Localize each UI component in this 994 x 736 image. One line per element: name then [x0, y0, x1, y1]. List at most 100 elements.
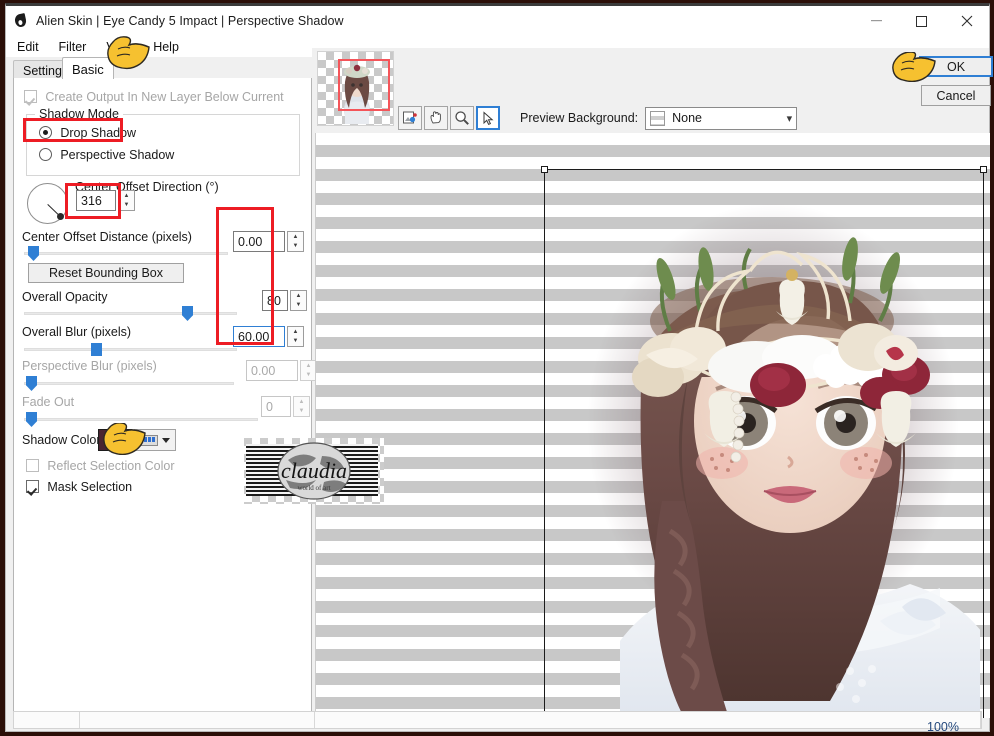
perspective-blur-label: Perspective Blur (pixels): [22, 359, 157, 373]
stepper-up-icon[interactable]: ▲: [119, 191, 134, 201]
slider-track: [24, 252, 228, 255]
pan-hand-tool[interactable]: [424, 106, 448, 130]
overall-blur-slider[interactable]: [24, 342, 237, 358]
zoom-level-indicator: 100%: [927, 720, 959, 734]
fade-out-stepper: ▲ ▼: [293, 396, 310, 417]
mask-selection-label: Mask Selection: [47, 480, 133, 494]
center-offset-distance-stepper[interactable]: ▲ ▼: [287, 231, 304, 252]
preview-background-value: None: [672, 111, 703, 125]
radio-perspective-shadow-row[interactable]: Perspective Shadow: [39, 148, 174, 162]
preview-toolbar-strip: [312, 48, 989, 92]
perspective-shadow-radio[interactable]: [39, 148, 52, 161]
reset-bounding-box-button[interactable]: Reset Bounding Box: [28, 263, 184, 283]
shadow-mode-title: Shadow Mode: [35, 107, 123, 121]
overall-blur-label: Overall Blur (pixels): [22, 325, 132, 339]
overall-opacity-spinner[interactable]: 80 ▲ ▼: [262, 290, 307, 311]
bbox-handle-top-left[interactable]: [541, 166, 548, 173]
maximize-icon[interactable]: [899, 6, 944, 36]
center-offset-direction-dial[interactable]: [27, 183, 68, 224]
tab-basic[interactable]: Basic: [62, 57, 114, 79]
eyedropper-tool[interactable]: [398, 106, 422, 130]
fade-out-label: Fade Out: [22, 395, 75, 409]
slider-track: [24, 348, 237, 351]
shadow-color-swatch[interactable]: [98, 429, 132, 451]
status-segment-2: [80, 712, 315, 728]
stepper-down-icon[interactable]: ▼: [119, 201, 134, 211]
window-controls: [854, 6, 989, 36]
menu-help[interactable]: Help: [150, 38, 188, 56]
svg-text:world of art: world of art: [297, 484, 330, 492]
stepper-up-icon: ▲: [305, 362, 312, 369]
selection-bounding-box[interactable]: [541, 166, 987, 718]
center-offset-direction-stepper[interactable]: ▲ ▼: [118, 190, 135, 211]
preview-background-label: Preview Background:: [520, 111, 639, 125]
fade-out-slider: [24, 412, 258, 428]
drop-shadow-label: Drop Shadow: [60, 126, 137, 140]
overall-blur-spinner[interactable]: 60.00 ▲ ▼: [233, 326, 304, 347]
watermark-text: claudia: [281, 458, 347, 483]
center-offset-distance-label: Center Offset Distance (pixels): [22, 230, 192, 244]
close-icon[interactable]: [944, 6, 989, 36]
cancel-button[interactable]: Cancel: [921, 85, 991, 106]
center-offset-distance-spinner[interactable]: 0.00 ▲ ▼: [233, 231, 304, 252]
create-output-row[interactable]: Create Output In New Layer Below Current: [24, 90, 284, 104]
center-offset-distance-slider[interactable]: [24, 246, 228, 262]
slider-track: [24, 312, 237, 315]
slider-track: [24, 418, 258, 421]
drop-shadow-radio[interactable]: [39, 126, 52, 139]
overall-opacity-value[interactable]: 80: [262, 290, 288, 311]
stepper-down-icon[interactable]: ▼: [291, 301, 306, 311]
select-arrow-tool[interactable]: [476, 106, 500, 130]
ok-button[interactable]: OK: [919, 56, 993, 77]
slider-thumb[interactable]: [182, 306, 193, 321]
droplet-icon: [13, 12, 29, 29]
stepper-down-icon[interactable]: ▼: [288, 242, 303, 252]
radio-drop-shadow-row[interactable]: Drop Shadow: [39, 126, 136, 140]
menu-view[interactable]: View: [103, 38, 142, 56]
create-output-label: Create Output In New Layer Below Current: [45, 90, 284, 104]
zoom-tool[interactable]: [450, 106, 474, 130]
title-bar: Alien Skin | Eye Candy 5 Impact | Perspe…: [6, 6, 989, 36]
screenshot-root: Alien Skin | Eye Candy 5 Impact | Perspe…: [0, 0, 994, 736]
center-offset-direction-value[interactable]: 316: [76, 190, 116, 211]
minimize-icon[interactable]: [854, 6, 899, 36]
slider-thumb: [26, 412, 37, 427]
stepper-up-icon[interactable]: ▲: [291, 291, 306, 301]
center-offset-direction-spinner[interactable]: 316 ▲ ▼: [76, 190, 135, 211]
stepper-up-icon: ▲: [298, 398, 305, 405]
slider-thumb[interactable]: [28, 246, 39, 261]
menu-filter[interactable]: Filter: [56, 38, 96, 56]
center-offset-distance-value[interactable]: 0.00: [233, 231, 285, 252]
stepper-up-icon[interactable]: ▲: [288, 232, 303, 242]
stepper-up-icon[interactable]: ▲: [288, 327, 303, 337]
menu-edit[interactable]: Edit: [14, 38, 48, 56]
perspective-shadow-label: Perspective Shadow: [60, 148, 175, 162]
stepper-down-icon[interactable]: ▼: [288, 337, 303, 347]
preview-background-select[interactable]: None ▾: [645, 106, 798, 130]
chevron-down-icon[interactable]: ▾: [787, 112, 793, 125]
overall-opacity-slider[interactable]: [24, 306, 237, 322]
overall-blur-stepper[interactable]: ▲ ▼: [287, 326, 304, 347]
status-bar: [13, 711, 982, 729]
preview-canvas[interactable]: [315, 133, 990, 718]
settings-panel: Create Output In New Layer Below Current…: [13, 78, 317, 718]
bbox-handle-top-right[interactable]: [980, 166, 987, 173]
fade-out-spinner: 0 ▲ ▼: [261, 396, 310, 417]
shadow-color-label: Shadow Color: [22, 433, 101, 447]
slider-thumb[interactable]: [91, 343, 102, 356]
reflect-selection-color-checkbox: [26, 459, 39, 472]
create-output-checkbox[interactable]: [24, 90, 37, 103]
chevron-down-icon[interactable]: [161, 437, 170, 443]
mask-selection-checkbox[interactable]: [26, 480, 39, 493]
perspective-blur-slider: [24, 376, 234, 392]
stepper-down-icon: ▼: [298, 408, 305, 415]
shadow-color-picker-button[interactable]: [134, 429, 176, 451]
overall-opacity-stepper[interactable]: ▲ ▼: [290, 290, 307, 311]
slider-thumb: [26, 376, 37, 391]
mask-selection-row[interactable]: Mask Selection: [26, 480, 132, 494]
fade-out-value: 0: [261, 396, 291, 417]
perspective-blur-value: 0.00: [246, 360, 298, 381]
navigator-viewport-rect[interactable]: [338, 59, 390, 111]
overall-blur-value[interactable]: 60.00: [233, 326, 285, 347]
perspective-blur-spinner: 0.00 ▲ ▼: [246, 360, 317, 381]
